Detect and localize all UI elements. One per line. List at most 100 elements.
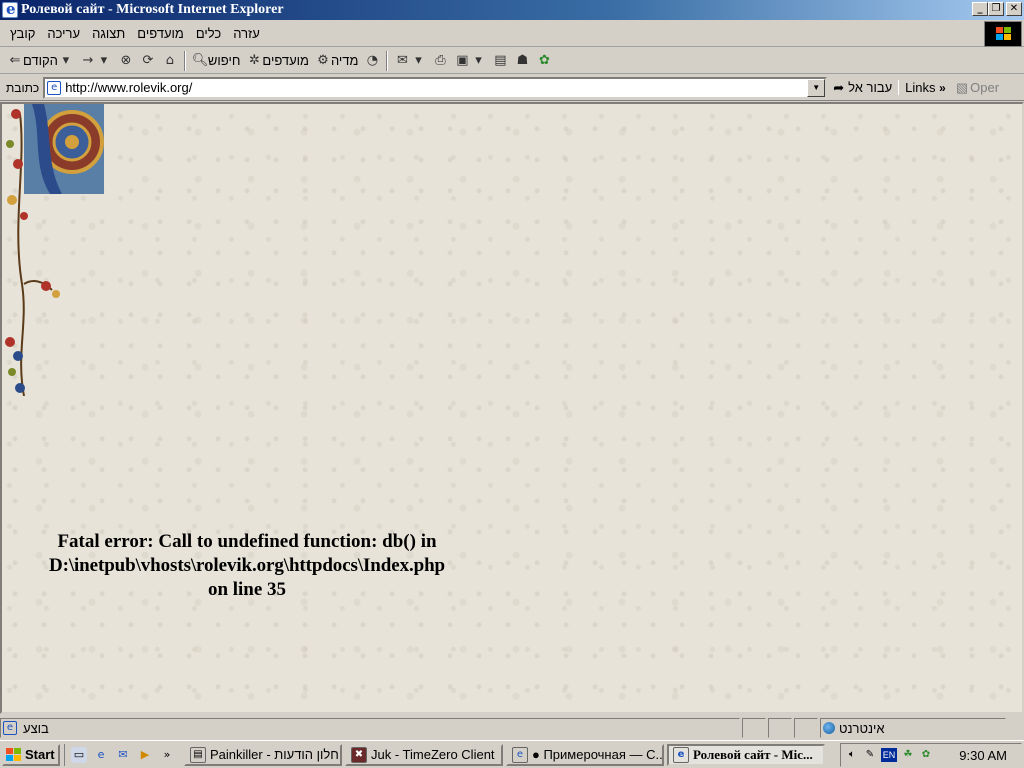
address-label: כתובת [6, 80, 40, 95]
toolbar-separator [183, 50, 186, 71]
timezero-icon: ✖ [351, 746, 367, 763]
go-arrow-icon: ➦ [833, 79, 845, 95]
minimize-button[interactable]: _ [972, 2, 988, 16]
security-zone[interactable]: אינטרנט [820, 718, 1006, 738]
icq-button[interactable]: ✿ [533, 50, 555, 72]
task-rolevoy-sait[interactable]: e Ролевой сайт - Mic... [667, 743, 825, 766]
error-line-3: on line 35 [207, 579, 287, 600]
zone-text: אינטרנט [839, 720, 885, 736]
menu-favorites[interactable]: מועדפים [131, 26, 190, 41]
icq-flower-icon[interactable]: ✿ [919, 748, 933, 762]
home-icon: ⌂ [165, 52, 175, 68]
status-cell [768, 718, 792, 738]
windows-logo-icon [984, 21, 1022, 47]
url-input[interactable] [65, 80, 806, 95]
clock[interactable]: 9:30 AM [959, 748, 1007, 763]
history-button[interactable]: ◔ [361, 50, 383, 72]
window-title: Ролевой сайт - Microsoft Internet Explor… [21, 2, 284, 17]
stop-icon: ⊗ [120, 52, 132, 68]
dropdown-arrow-icon[interactable]: ▾ [410, 53, 426, 69]
chevron-right-icon[interactable]: » [159, 747, 175, 763]
go-label: עבור אל [848, 80, 893, 95]
error-line-1: Fatal error: Call to undefined function:… [57, 531, 437, 552]
back-button[interactable]: ⇐ הקודם ▾ [4, 50, 77, 72]
ie-quicklaunch-icon[interactable]: e [93, 747, 109, 763]
page-icon: e [47, 80, 62, 95]
task-label: Ролевой сайт - Mic... [693, 746, 813, 762]
ie-page-icon: e [673, 746, 689, 763]
go-button[interactable]: ➦ עבור אל [827, 80, 898, 96]
outlook-icon[interactable]: ✉ [115, 747, 131, 763]
dropdown-arrow-icon[interactable]: ▾ [96, 53, 112, 69]
address-dropdown-icon[interactable]: ▼ [807, 78, 826, 97]
task-painkiller[interactable]: ▤ Painkiller - חלון הודעות [184, 743, 342, 766]
toolbar-separator [386, 50, 389, 71]
standard-toolbar: ⇐ הקודם ▾ → ▾ ⊗ ⟳ ⌂ 🔍︎ חיפוש ✲ מועדפים ⚙… [0, 48, 1024, 74]
edit-icon: ▣ [456, 52, 469, 68]
mail-button[interactable]: ✉ ▾ [391, 50, 429, 72]
favorites-label: מועדפים [262, 53, 309, 68]
links-button[interactable]: Links » [898, 80, 952, 95]
edit-button[interactable]: ▣ ▾ [451, 50, 489, 72]
stop-button[interactable]: ⊗ [115, 50, 137, 72]
forward-arrow-icon: → [82, 52, 94, 68]
refresh-button[interactable]: ⟳ [137, 50, 159, 72]
start-button[interactable]: Start [2, 743, 60, 766]
page-content: Fatal error: Call to undefined function:… [0, 102, 1024, 714]
php-fatal-error-message: Fatal error: Call to undefined function:… [2, 530, 492, 602]
status-text: בוצע [23, 720, 49, 736]
opera-icon: ▧ [955, 79, 969, 95]
menu-list: קובץ עריכה תצוגה מועדפים כלים עזרה [4, 26, 266, 41]
illuminated-corner-ornament [5, 104, 104, 396]
restore-button[interactable]: ❐ [988, 2, 1004, 16]
menu-help[interactable]: עזרה [227, 26, 266, 41]
language-indicator[interactable]: EN [881, 748, 897, 762]
dropdown-arrow-icon[interactable]: ▾ [58, 53, 74, 69]
media-button[interactable]: ⚙ מדיה [312, 50, 362, 72]
icq-flower-icon: ✿ [539, 52, 550, 68]
opera-link[interactable]: ▧ Oper [952, 80, 999, 96]
dropdown-arrow-icon[interactable]: ▾ [470, 53, 486, 69]
menu-file[interactable]: קובץ [4, 26, 41, 41]
mail-icon: ✉ [397, 52, 408, 68]
ie-page-icon: e [512, 746, 528, 763]
menu-edit[interactable]: עריכה [41, 26, 86, 41]
task-timezero[interactable]: ✖ Juk - TimeZero Client [345, 743, 503, 766]
messenger-button[interactable]: ☗ [511, 50, 533, 72]
close-button[interactable]: ✕ [1006, 2, 1022, 16]
opera-label: Oper [970, 80, 1000, 95]
search-label: חיפוש [207, 53, 241, 68]
task-primerochnaya[interactable]: e ● Примерочная — С... [506, 743, 664, 766]
back-arrow-icon: ⇐ [9, 52, 21, 68]
tools-icon[interactable]: ✎ [863, 748, 877, 762]
favorites-button[interactable]: ✲ מועדפים [243, 50, 312, 72]
message-window-icon: ▤ [190, 746, 206, 763]
status-cell [742, 718, 766, 738]
refresh-icon: ⟳ [142, 52, 154, 68]
ie-icon[interactable] [2, 0, 18, 18]
search-button[interactable]: 🔍︎ חיפוש [189, 50, 243, 72]
discuss-button[interactable]: ▤ [489, 50, 511, 72]
windows-flag-icon [6, 747, 22, 762]
media-icon: ⚙ [317, 52, 329, 68]
menu-view[interactable]: תצוגה [86, 26, 131, 41]
task-label: ● Примерочная — С... [532, 747, 664, 762]
chevron-right-icon[interactable]: » [939, 81, 946, 95]
show-desktop-icon[interactable]: ▭ [71, 746, 87, 763]
network-icon[interactable]: ☘ [901, 748, 915, 762]
messenger-icon: ☗ [516, 52, 529, 68]
forward-button[interactable]: → ▾ [77, 50, 115, 72]
taskbar: Start ▭ e ✉ ▶ » ▤ Painkiller - חלון הודע… [0, 740, 1024, 768]
title-bar: Ролевой сайт - Microsoft Internet Explor… [0, 0, 1024, 20]
home-button[interactable]: ⌂ [159, 50, 181, 72]
address-field[interactable]: e ▼ [43, 76, 828, 99]
volume-icon[interactable]: 🔈︎ [845, 748, 859, 762]
task-label: Juk - TimeZero Client [371, 747, 495, 762]
menu-tools[interactable]: כלים [190, 26, 227, 41]
window-controls: _ ❐ ✕ [972, 2, 1022, 16]
error-line-2: D:\inetpub\vhosts\rolevik.org\httpdocs\I… [48, 555, 446, 576]
print-button[interactable]: ⎙ [429, 50, 451, 72]
print-icon: ⎙ [435, 52, 446, 68]
address-bar: כתובת e ▼ ➦ עבור אל Links » ▧ Oper [0, 75, 1024, 101]
media-player-icon[interactable]: ▶ [137, 747, 153, 763]
